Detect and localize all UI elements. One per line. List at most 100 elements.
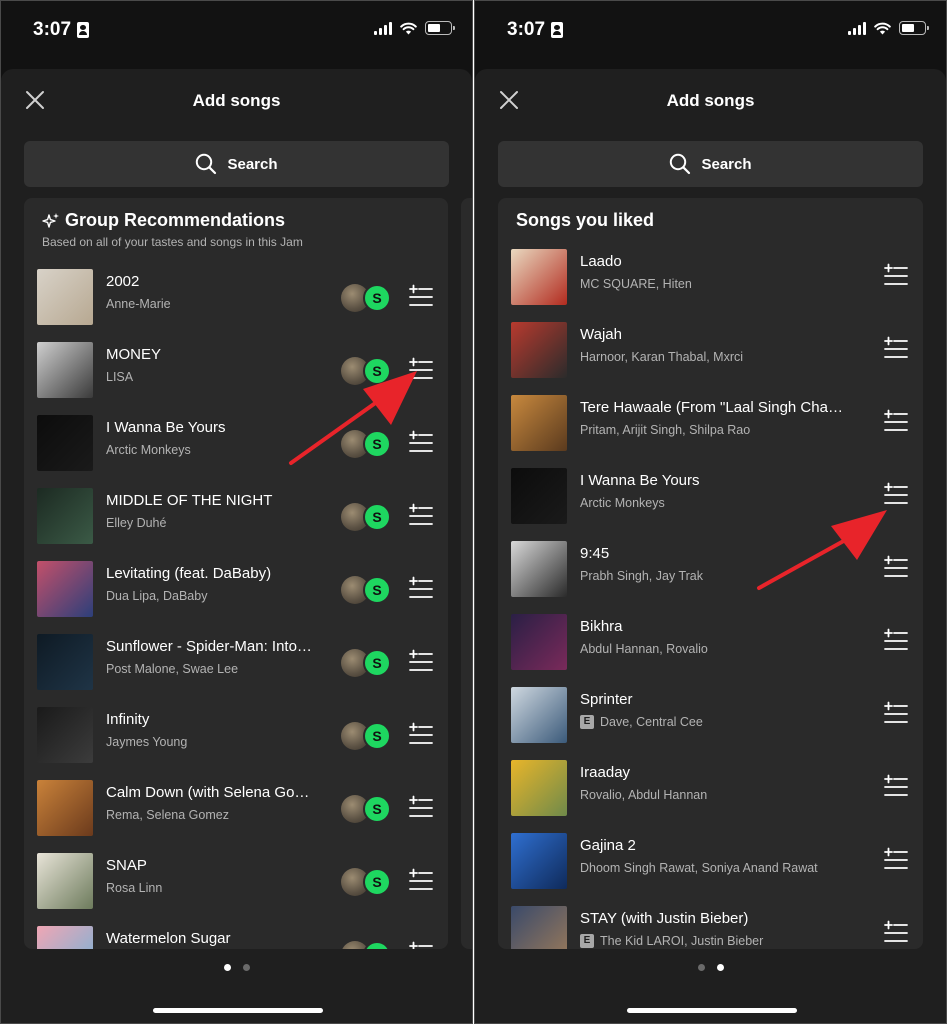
- add-to-queue-button[interactable]: [408, 795, 434, 821]
- add-to-queue-button[interactable]: [408, 941, 434, 949]
- add-to-queue-button[interactable]: [408, 284, 434, 310]
- track-row[interactable]: 9:45 Prabh Singh, Jay Trak: [498, 541, 923, 614]
- album-art: [511, 249, 567, 305]
- add-to-queue-button[interactable]: [408, 868, 434, 894]
- track-title: 2002: [106, 273, 140, 290]
- phone-screen-right: 3:07 Add songs Search Songs you liked La…: [474, 0, 947, 1024]
- add-to-queue-button[interactable]: [883, 628, 909, 654]
- add-to-queue-icon: [409, 576, 433, 598]
- track-artist-text: Arctic Monkeys: [106, 443, 191, 457]
- track-row[interactable]: SNAP Rosa Linn S: [24, 853, 448, 926]
- add-to-queue-button[interactable]: [408, 722, 434, 748]
- add-to-queue-button[interactable]: [883, 409, 909, 435]
- add-to-queue-button[interactable]: [408, 503, 434, 529]
- explicit-badge: E: [580, 934, 594, 948]
- contact-card-icon: [551, 22, 564, 38]
- track-artist: Dua Lipa, DaBaby: [106, 589, 207, 603]
- battery-icon: [899, 21, 929, 35]
- album-art: [511, 687, 567, 743]
- page-dot-2[interactable]: [716, 964, 724, 971]
- track-artist-text: Dhoom Singh Rawat, Soniya Anand Rawat: [580, 861, 818, 875]
- track-artist: E The Kid LAROI, Justin Bieber: [580, 934, 763, 948]
- track-row[interactable]: Watermelon Sugar S: [24, 926, 448, 949]
- track-row[interactable]: Levitating (feat. DaBaby) Dua Lipa, DaBab…: [24, 561, 448, 634]
- track-row[interactable]: MIDDLE OF THE NIGHT Elley Duhé S: [24, 488, 448, 561]
- track-row[interactable]: Laado MC SQUARE, Hiten: [498, 249, 923, 322]
- add-to-queue-button[interactable]: [883, 701, 909, 727]
- track-artist: Rema, Selena Gomez: [106, 808, 229, 822]
- track-artist-text: Dave, Central Cee: [600, 715, 703, 729]
- page-dot-1[interactable]: [223, 964, 231, 971]
- track-row[interactable]: Tere Hawaale (From "Laal Singh Cha… Prita…: [498, 395, 923, 468]
- add-to-queue-button[interactable]: [408, 649, 434, 675]
- avatar: S: [363, 284, 391, 312]
- status-time: 3:07: [33, 19, 90, 41]
- add-to-queue-button[interactable]: [883, 336, 909, 362]
- add-to-queue-button[interactable]: [883, 482, 909, 508]
- track-row[interactable]: Sprinter E Dave, Central Cee: [498, 687, 923, 760]
- page-indicator: [1, 964, 472, 971]
- track-title: Sunflower - Spider-Man: Into…: [106, 638, 312, 655]
- search-icon: [196, 153, 217, 175]
- listener-avatars: S: [341, 357, 395, 385]
- search-button[interactable]: Search: [498, 141, 923, 187]
- add-to-queue-icon: [884, 701, 908, 723]
- page-indicator: [475, 964, 946, 971]
- page-dot-2[interactable]: [242, 964, 250, 971]
- track-row[interactable]: Sunflower - Spider-Man: Into… Post Malone…: [24, 634, 448, 707]
- album-art: [37, 415, 93, 471]
- page-title: Add songs: [666, 91, 755, 110]
- add-to-queue-icon: [409, 430, 433, 452]
- album-art: [37, 561, 93, 617]
- next-card-peek[interactable]: [461, 198, 472, 949]
- add-to-queue-button[interactable]: [883, 920, 909, 946]
- search-label: Search: [227, 155, 278, 173]
- add-to-queue-button[interactable]: [408, 576, 434, 602]
- track-title: MIDDLE OF THE NIGHT: [106, 492, 273, 509]
- explicit-badge: E: [580, 715, 594, 729]
- track-artist: Dhoom Singh Rawat, Soniya Anand Rawat: [580, 861, 818, 875]
- add-to-queue-button[interactable]: [883, 263, 909, 289]
- track-row[interactable]: MONEY LISA S: [24, 342, 448, 415]
- cellular-signal-icon: [848, 21, 866, 35]
- track-row[interactable]: I Wanna Be Yours Arctic Monkeys: [498, 468, 923, 541]
- page-title: Add songs: [192, 91, 281, 110]
- track-artist: Rosa Linn: [106, 881, 162, 895]
- album-art: [37, 780, 93, 836]
- track-row[interactable]: Gajina 2 Dhoom Singh Rawat, Soniya Anand …: [498, 833, 923, 906]
- track-row[interactable]: Wajah Harnoor, Karan Thabal, Mxrci: [498, 322, 923, 395]
- track-row[interactable]: STAY (with Justin Bieber) E The Kid LAROI,…: [498, 906, 923, 949]
- listener-avatars: S: [341, 795, 395, 823]
- add-to-queue-button[interactable]: [408, 430, 434, 456]
- cellular-signal-icon: [374, 21, 392, 35]
- track-row[interactable]: 2002 Anne-Marie S: [24, 269, 448, 342]
- track-artist: Harnoor, Karan Thabal, Mxrci: [580, 350, 743, 364]
- add-to-queue-icon: [409, 722, 433, 744]
- track-artist: E Dave, Central Cee: [580, 715, 703, 729]
- listener-avatars: S: [341, 576, 395, 604]
- track-row[interactable]: Infinity Jaymes Young S: [24, 707, 448, 780]
- track-row[interactable]: I Wanna Be Yours Arctic Monkeys S: [24, 415, 448, 488]
- listener-avatars: S: [341, 868, 395, 896]
- track-artist: Anne-Marie: [106, 297, 171, 311]
- add-to-queue-button[interactable]: [408, 357, 434, 383]
- search-button[interactable]: Search: [24, 141, 449, 187]
- add-to-queue-button[interactable]: [883, 555, 909, 581]
- home-indicator[interactable]: [153, 1008, 323, 1013]
- listener-avatars: S: [341, 649, 395, 677]
- track-row[interactable]: Bikhra Abdul Hannan, Rovalio: [498, 614, 923, 687]
- home-indicator[interactable]: [627, 1008, 797, 1013]
- add-to-queue-button[interactable]: [883, 847, 909, 873]
- track-row[interactable]: Iraaday Rovalio, Abdul Hannan: [498, 760, 923, 833]
- track-artist-text: Elley Duhé: [106, 516, 167, 530]
- album-art: [37, 926, 93, 949]
- search-label: Search: [701, 155, 752, 173]
- page-dot-1[interactable]: [697, 964, 705, 971]
- track-row[interactable]: Calm Down (with Selena Go… Rema, Selena G…: [24, 780, 448, 853]
- avatar: S: [363, 430, 391, 458]
- section-title-text: Group Recommendations: [65, 210, 286, 230]
- add-to-queue-button[interactable]: [883, 774, 909, 800]
- track-artist-text: Harnoor, Karan Thabal, Mxrci: [580, 350, 744, 364]
- add-to-queue-icon: [884, 555, 908, 577]
- status-icons: [848, 21, 929, 35]
